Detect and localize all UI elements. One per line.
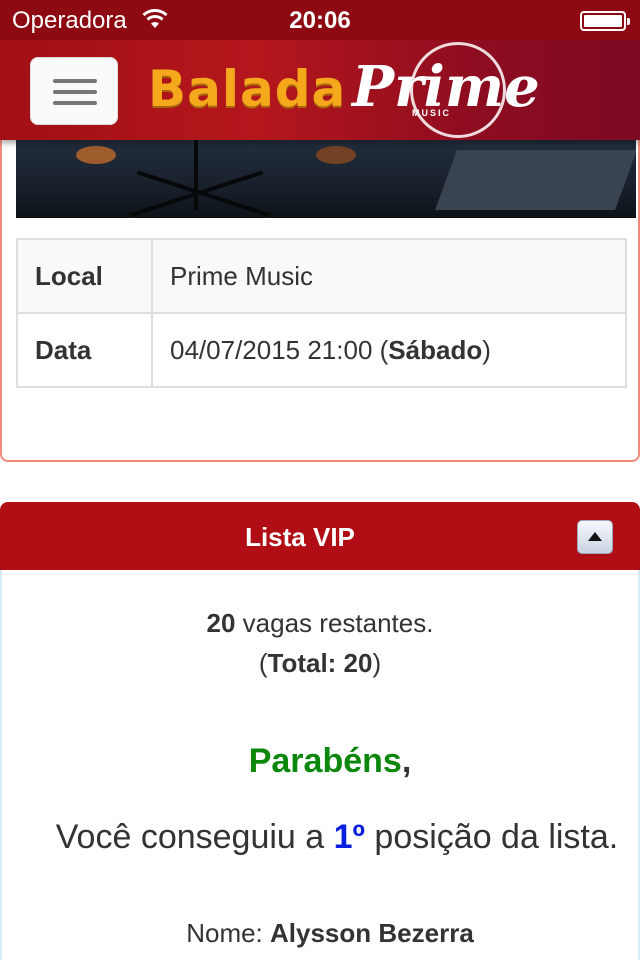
event-panel: Local Prime Music Data 04/07/2015 21:00 … <box>0 120 640 462</box>
event-banner-image <box>16 140 636 218</box>
congrats-word: Parabéns <box>248 742 402 780</box>
name-label: Nome: <box>186 918 271 948</box>
date-label: Data <box>16 312 153 388</box>
total-open-paren: ( <box>258 648 268 678</box>
clock: 20:06 <box>289 7 351 34</box>
remaining-count: 20 <box>206 608 236 638</box>
date-value: 04/07/2015 21:00 (Sábado) <box>151 312 627 388</box>
local-label: Local <box>16 238 153 314</box>
remaining-spots: 20 vagas restantes. <box>2 608 638 639</box>
triangle-up-icon <box>588 532 602 541</box>
logo-balada: Balada <box>148 60 347 118</box>
vip-list-body: 20 vagas restantes. (Total: 20) Parabéns… <box>0 570 640 960</box>
remaining-text: vagas restantes. <box>235 608 434 638</box>
weekday-text: Sábado <box>388 334 483 365</box>
name-value: Alysson Bezerra <box>270 918 474 948</box>
battery-icon <box>580 11 630 31</box>
logo-music: MUSIC <box>412 108 451 118</box>
total-close-paren: ) <box>372 648 382 678</box>
local-value: Prime Music <box>151 238 627 314</box>
congrats-heading: Parabéns, <box>2 742 640 781</box>
total-spots: (Total: 20) <box>2 648 638 679</box>
position-message: Você conseguiu a 1º posição da lista. <box>42 816 632 858</box>
logo[interactable]: Balada Prime MUSIC <box>148 40 548 140</box>
total-label: Total: 20 <box>267 648 373 678</box>
position-after: posição da lista. <box>364 818 619 856</box>
table-row: Local Prime Music <box>16 238 627 314</box>
congrats-comma: , <box>401 742 412 780</box>
collapse-button[interactable] <box>577 520 613 554</box>
hamburger-icon <box>53 79 97 83</box>
navbar: Balada Prime MUSIC <box>0 40 640 140</box>
date-close-paren: ) <box>482 334 491 365</box>
vip-list-header[interactable]: Lista VIP <box>0 502 640 570</box>
table-row: Data 04/07/2015 21:00 (Sábado) <box>16 312 627 388</box>
date-text: 04/07/2015 21:00 ( <box>170 334 389 365</box>
status-bar: Operadora 20:06 <box>0 0 640 40</box>
vip-list-title: Lista VIP <box>245 522 355 552</box>
position-before: Você conseguiu a <box>55 818 334 856</box>
event-info-table: Local Prime Music Data 04/07/2015 21:00 … <box>16 238 627 388</box>
guest-name: Nome: Alysson Bezerra <box>2 918 640 949</box>
position-value: 1º <box>333 818 365 856</box>
menu-button[interactable] <box>30 57 118 125</box>
